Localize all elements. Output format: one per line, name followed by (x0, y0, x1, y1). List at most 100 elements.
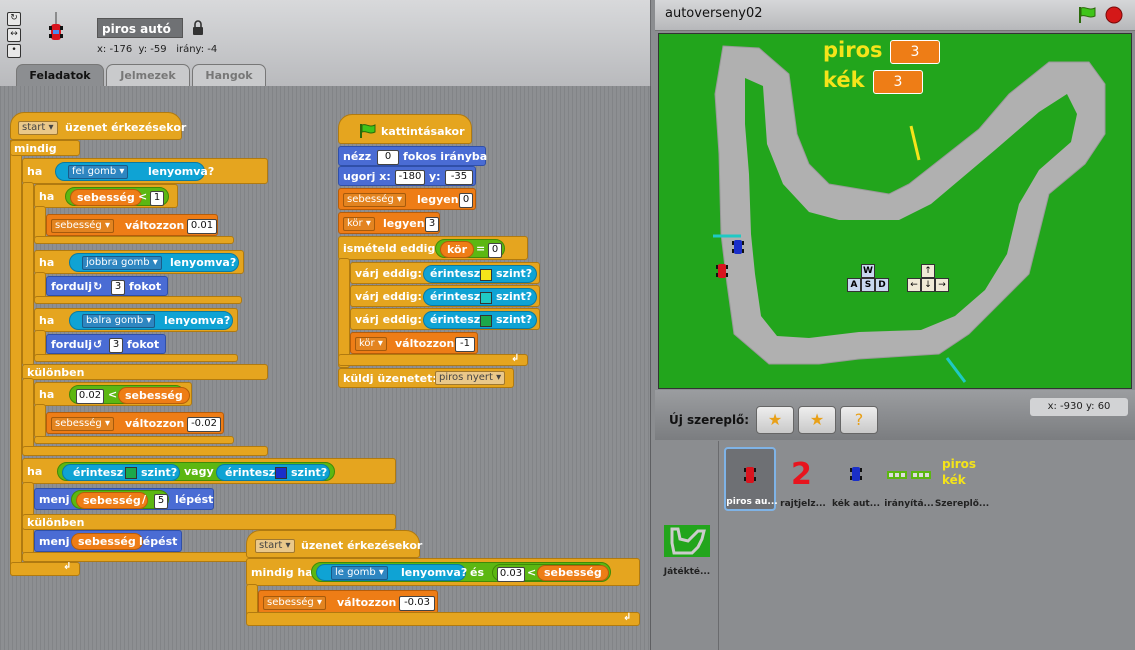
speed-reporter[interactable]: sebesség (537, 565, 609, 581)
turn-right-block[interactable]: fordulj ↻ 3 fokot (46, 276, 168, 296)
sprite-name-field[interactable]: piros autó (97, 18, 183, 38)
color-swatch[interactable] (125, 467, 137, 479)
less-than-operator[interactable]: sebesség < 1 (65, 187, 169, 206)
direction-input[interactable]: 0 (377, 150, 399, 165)
number-input[interactable]: 3 (111, 280, 125, 295)
less-than-operator[interactable]: 0.03 < sebesség (492, 564, 609, 582)
variable-dropdown[interactable]: kör ▾ (355, 337, 387, 351)
forever-block[interactable]: mindig (10, 140, 80, 156)
number-input[interactable]: 0 (459, 193, 473, 208)
stop-icon[interactable] (1105, 6, 1123, 24)
wait-until-block[interactable]: várj eddig: érintesz szint? (350, 308, 540, 330)
speed-reporter[interactable]: sebesség (76, 492, 148, 509)
number-input[interactable]: 0.03 (497, 567, 525, 582)
move-block[interactable]: menj sebesség / 5 lépést (34, 488, 214, 510)
lap-reporter[interactable]: kör (440, 241, 475, 258)
less-than-operator[interactable]: 0.02 < sebesség (69, 385, 190, 404)
when-i-receive-hat[interactable]: start ▾ üzenet érkezésekor (10, 112, 186, 140)
set-variable-block[interactable]: kör ▾ legyen 3 (338, 212, 440, 234)
move-block[interactable]: menj sebesség lépést (34, 530, 182, 552)
tab-scripts[interactable]: Feladatok (16, 64, 104, 87)
go-to-xy-block[interactable]: ugorj x: -180 y: -35 (338, 166, 476, 186)
rotate-style-left-right-button[interactable]: ↔ (7, 28, 21, 42)
repeat-until-block[interactable]: ismételd eddig: kör = 0 (338, 236, 528, 260)
paint-new-sprite-button[interactable]: ★ (756, 406, 794, 434)
key-pressed-sensor[interactable]: le gomb ▾ lenyomva? (316, 564, 467, 581)
sprite-item-controls[interactable]: irányítá... (883, 447, 935, 511)
change-variable-block[interactable]: sebesség ▾ változzon -0.02 (46, 412, 224, 434)
if-block[interactable]: ha 0.02 < sebesség (34, 382, 192, 406)
number-input[interactable]: 1 (150, 191, 164, 206)
number-input[interactable]: 3 (425, 217, 439, 232)
change-variable-block[interactable]: kör ▾ változzon -1 (350, 332, 478, 354)
speed-reporter[interactable]: sebesség (71, 533, 143, 550)
color-swatch[interactable] (480, 315, 492, 327)
number-input[interactable]: -1 (455, 337, 475, 352)
color-swatch[interactable] (480, 269, 492, 281)
touching-color-sensor[interactable]: érintesz szint? (423, 265, 537, 283)
key-pressed-sensor[interactable]: fel gomb ▾ lenyomva? (55, 162, 214, 181)
message-dropdown[interactable]: start ▾ (255, 539, 295, 553)
variable-dropdown[interactable]: sebesség ▾ (343, 193, 406, 207)
number-input[interactable]: 3 (109, 338, 123, 353)
y-input[interactable]: -35 (445, 170, 473, 185)
red-score-monitor[interactable]: 3 (890, 40, 940, 64)
number-input[interactable]: 5 (154, 494, 168, 509)
tab-costumes[interactable]: Jelmezek (106, 64, 190, 86)
key-dropdown[interactable]: le gomb ▾ (331, 566, 388, 580)
stage-thumbnail[interactable]: Játékté... (661, 523, 713, 579)
broadcast-block[interactable]: küldj üzenetet: piros nyert ▾ (338, 368, 514, 388)
touching-color-sensor[interactable]: érintesz szint? (62, 464, 180, 481)
key-dropdown[interactable]: balra gomb ▾ (82, 314, 156, 328)
sprite-item-blue-car[interactable]: kék aut... (830, 447, 882, 511)
number-input[interactable]: 0.02 (76, 389, 104, 404)
forever-if-block[interactable]: mindig ha le gomb ▾ lenyomva? és 0.03 < … (246, 558, 640, 586)
message-dropdown[interactable]: start ▾ (18, 121, 58, 135)
sprite-item-labels[interactable]: piros kék Szereplő... (935, 447, 989, 511)
color-swatch[interactable] (480, 292, 492, 304)
if-block[interactable]: ha jobbra gomb ▾ lenyomva? (34, 250, 244, 274)
green-flag-icon[interactable] (1077, 6, 1097, 24)
number-input[interactable]: -0.02 (187, 417, 221, 432)
number-input[interactable]: 0 (488, 243, 502, 258)
equals-operator[interactable]: kör = 0 (435, 239, 505, 258)
if-block[interactable]: ha sebesség < 1 (34, 184, 178, 208)
rotate-style-all-around-button[interactable]: ↻ (7, 12, 21, 26)
color-swatch[interactable] (275, 467, 287, 479)
choose-sprite-from-file-button[interactable]: ★ (798, 406, 836, 434)
variable-dropdown[interactable]: sebesség ▾ (263, 596, 326, 610)
if-else-block[interactable]: ha érintesz szint? vagy érintesz szint? (22, 458, 396, 484)
wait-until-block[interactable]: várj eddig: érintesz szint? (350, 285, 540, 307)
x-input[interactable]: -180 (395, 170, 425, 185)
number-input[interactable]: -0.03 (399, 596, 435, 611)
stage[interactable]: piros 3 kék 3 W A S D ↑ ← ↓ → (658, 33, 1132, 389)
or-operator[interactable]: érintesz szint? vagy érintesz szint? (57, 462, 335, 481)
script-area[interactable]: start ▾ üzenet érkezésekor mindig ↲ ha f… (0, 86, 651, 650)
when-green-flag-clicked-hat[interactable]: kattintásakor (338, 114, 472, 144)
rotate-style-none-button[interactable]: • (7, 44, 21, 58)
touching-color-sensor[interactable]: érintesz szint? (423, 311, 537, 329)
variable-dropdown[interactable]: sebesség ▾ (51, 417, 114, 431)
surprise-sprite-button[interactable]: ? (840, 406, 878, 434)
divide-operator[interactable]: sebesség / 5 (71, 490, 169, 509)
message-dropdown[interactable]: piros nyert ▾ (435, 371, 506, 385)
if-block[interactable]: ha balra gomb ▾ lenyomva? (34, 308, 238, 332)
sprite-item-red-car[interactable]: piros au... (724, 447, 778, 511)
set-variable-block[interactable]: sebesség ▾ legyen 0 (338, 188, 476, 210)
turn-left-block[interactable]: fordulj ↺ 3 fokot (46, 334, 166, 354)
and-operator[interactable]: le gomb ▾ lenyomva? és 0.03 < sebesség (311, 562, 611, 582)
touching-color-sensor[interactable]: érintesz szint? (423, 288, 537, 306)
tab-sounds[interactable]: Hangok (192, 64, 266, 86)
key-pressed-sensor[interactable]: jobbra gomb ▾ lenyomva? (69, 253, 239, 272)
key-pressed-sensor[interactable]: balra gomb ▾ lenyomva? (69, 311, 233, 330)
speed-reporter[interactable]: sebesség (118, 387, 190, 404)
sprite-item-start-signal[interactable]: 2 rajtjelz... (777, 447, 829, 511)
key-dropdown[interactable]: jobbra gomb ▾ (82, 256, 162, 270)
when-i-receive-hat[interactable]: start ▾ üzenet érkezésekor (246, 530, 422, 558)
variable-dropdown[interactable]: kör ▾ (343, 217, 375, 231)
lock-icon[interactable] (192, 20, 204, 36)
number-input[interactable]: 0.01 (187, 219, 217, 234)
point-in-direction-block[interactable]: nézz 0 fokos irányba (338, 146, 487, 166)
change-variable-block[interactable]: sebesség ▾ változzon 0.01 (46, 214, 218, 236)
if-else-block[interactable]: ha fel gomb ▾ lenyomva? (22, 158, 268, 184)
